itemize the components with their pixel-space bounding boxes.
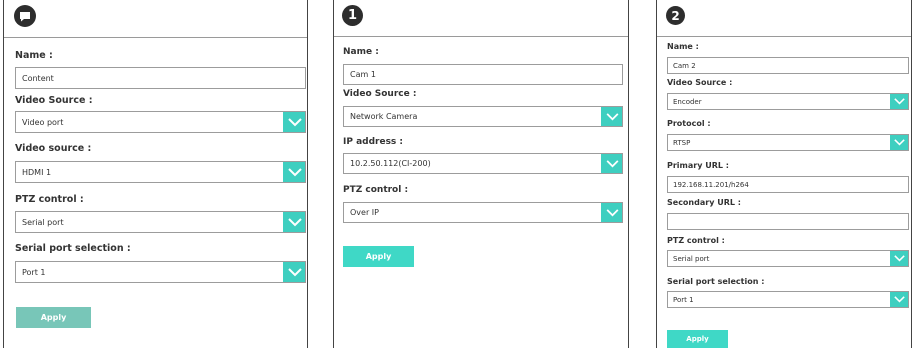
name-label: Name : bbox=[15, 50, 53, 61]
video-source-value: Encoder bbox=[673, 97, 702, 106]
name-label: Name : bbox=[343, 47, 379, 57]
chevron-down-icon[interactable] bbox=[601, 154, 622, 173]
video-source-select[interactable]: Network Camera bbox=[343, 106, 623, 127]
header-divider bbox=[657, 36, 911, 37]
serial-port-label: Serial port selection : bbox=[15, 243, 131, 254]
video-input-value: HDMI 1 bbox=[22, 167, 52, 177]
chevron-down-icon[interactable] bbox=[601, 203, 622, 222]
ptz-control-label: PTZ control : bbox=[343, 185, 409, 195]
serial-port-select[interactable]: Port 1 bbox=[667, 291, 909, 308]
apply-button[interactable]: Apply bbox=[16, 307, 91, 328]
protocol-select[interactable]: RTSP bbox=[667, 134, 909, 151]
step-badge: 2 bbox=[666, 6, 685, 25]
video-input-label: Video source : bbox=[15, 143, 92, 154]
ptz-control-select[interactable]: Over IP bbox=[343, 202, 623, 223]
video-source-label: Video Source : bbox=[15, 95, 93, 106]
primary-url-label: Primary URL : bbox=[667, 161, 729, 170]
serial-port-label: Serial port selection : bbox=[667, 277, 765, 286]
video-input-select[interactable]: HDMI 1 bbox=[15, 161, 306, 183]
serial-port-select[interactable]: Port 1 bbox=[15, 261, 306, 283]
chevron-down-icon[interactable] bbox=[890, 135, 908, 150]
ptz-control-select[interactable]: Serial port bbox=[667, 250, 909, 267]
video-source-select[interactable]: Encoder bbox=[667, 93, 909, 110]
ptz-control-value: Over IP bbox=[350, 208, 379, 217]
primary-url-input[interactable]: 192.168.11.201/h264 bbox=[667, 176, 909, 193]
ptz-control-label: PTZ control : bbox=[15, 194, 84, 205]
ptz-control-value: Serial port bbox=[673, 254, 710, 263]
ptz-control-label: PTZ control : bbox=[667, 236, 725, 245]
serial-port-value: Port 1 bbox=[673, 295, 694, 304]
ptz-control-value: Serial port bbox=[22, 217, 64, 227]
video-source-value: Video port bbox=[22, 117, 64, 127]
chevron-down-icon[interactable] bbox=[283, 162, 305, 182]
chevron-down-icon[interactable] bbox=[890, 292, 908, 307]
chat-bubble-icon bbox=[14, 5, 36, 27]
cam2-settings-panel: 2 Name : Cam 2 Video Source : Encoder Pr… bbox=[656, 0, 912, 348]
content-settings-panel: Name : Content Video Source : Video port… bbox=[3, 0, 308, 348]
step-badge: 1 bbox=[342, 5, 363, 26]
apply-button[interactable]: Apply bbox=[343, 246, 414, 267]
ip-address-value: 10.2.50.112(CI-200) bbox=[350, 159, 431, 168]
video-source-label: Video Source : bbox=[667, 78, 733, 87]
chevron-down-icon[interactable] bbox=[283, 262, 305, 282]
chevron-down-icon[interactable] bbox=[283, 212, 305, 232]
name-input[interactable]: Content bbox=[15, 67, 306, 89]
name-input[interactable]: Cam 1 bbox=[343, 64, 623, 85]
video-source-label: Video Source : bbox=[343, 89, 417, 99]
chevron-down-icon[interactable] bbox=[890, 251, 908, 266]
cam1-settings-panel: 1 Name : Cam 1 Video Source : Network Ca… bbox=[333, 0, 629, 348]
video-source-value: Network Camera bbox=[350, 112, 418, 121]
ip-address-label: IP address : bbox=[343, 137, 404, 147]
chevron-down-icon[interactable] bbox=[890, 94, 908, 109]
video-source-select[interactable]: Video port bbox=[15, 111, 306, 133]
protocol-value: RTSP bbox=[673, 138, 691, 147]
secondary-url-label: Secondary URL : bbox=[667, 198, 741, 207]
apply-button[interactable]: Apply bbox=[667, 330, 728, 348]
chevron-down-icon[interactable] bbox=[283, 112, 305, 132]
header-divider bbox=[4, 37, 307, 38]
header-divider bbox=[334, 36, 628, 37]
chevron-down-icon[interactable] bbox=[601, 107, 622, 126]
name-input[interactable]: Cam 2 bbox=[667, 57, 909, 74]
ptz-control-select[interactable]: Serial port bbox=[15, 211, 306, 233]
ip-address-select[interactable]: 10.2.50.112(CI-200) bbox=[343, 153, 623, 174]
serial-port-value: Port 1 bbox=[22, 267, 46, 277]
name-label: Name : bbox=[667, 42, 699, 51]
protocol-label: Protocol : bbox=[667, 119, 711, 128]
secondary-url-input[interactable] bbox=[667, 213, 909, 230]
